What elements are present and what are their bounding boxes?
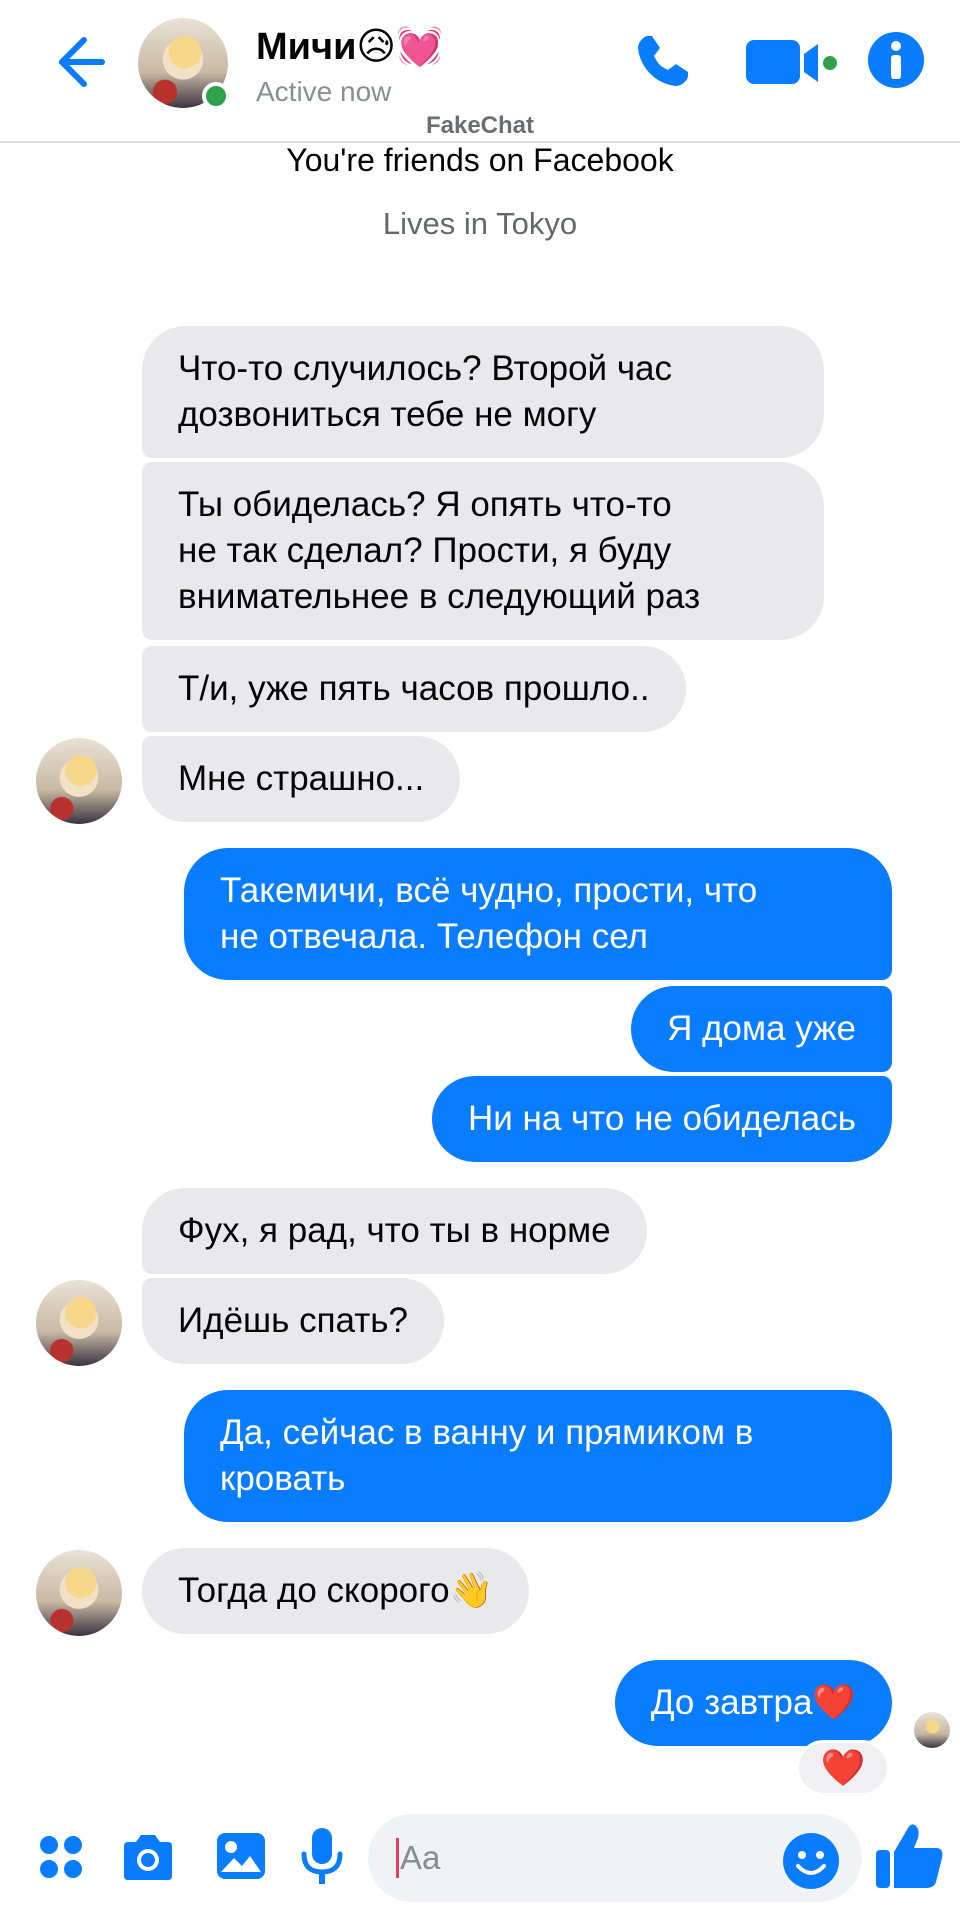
sender-avatar [36,1550,122,1636]
back-arrow-icon[interactable] [44,30,108,94]
message-incoming[interactable]: Тогда до скорого👋 [142,1548,530,1634]
watermark: FakeChat [425,112,535,139]
heart-reaction-icon: ❤️ [820,1747,866,1788]
online-indicator [202,82,230,110]
contact-avatar[interactable] [138,18,230,110]
active-status: Active now [256,76,392,107]
message-composer [0,1800,960,1920]
friends-status: You're friends on Facebook [286,142,674,178]
message-outgoing[interactable]: До завтра❤️ [614,1660,892,1746]
contact-name[interactable]: Мичи😥💓 [256,24,443,69]
emoji-icon[interactable] [782,1832,840,1890]
message-incoming[interactable]: Идёшь спать? [142,1278,444,1364]
message-outgoing[interactable]: Такемичи, всё чудно, прости, что не отве… [184,848,892,980]
message-reaction[interactable]: ❤️ [796,1740,890,1796]
info-icon[interactable] [866,30,926,90]
message-outgoing[interactable]: Да, сейчас в ванну и прямиком в кровать [184,1390,892,1522]
thumbs-up-icon[interactable] [874,1820,946,1892]
video-camera-icon[interactable] [744,36,844,90]
gallery-icon[interactable] [214,1830,268,1882]
apps-icon[interactable] [38,1834,84,1880]
message-outgoing[interactable]: Я дома уже [631,986,892,1072]
chat-screen: Мичи😥💓 Active now FakeChat You're friend… [0,0,960,1920]
message-outgoing[interactable]: Ни на что не обиделась [431,1076,892,1162]
sender-avatar [36,1280,122,1366]
message-incoming[interactable]: Фух, я рад, что ты в норме [142,1188,647,1274]
text-cursor [396,1838,399,1878]
read-receipt-avatar [914,1712,950,1748]
location-info: Lives in Tokyo [382,206,578,241]
phone-icon[interactable] [630,30,694,94]
message-incoming[interactable]: Мне страшно... [142,736,461,822]
microphone-icon[interactable] [300,1826,344,1888]
message-incoming[interactable]: Что-то случилось? Второй час дозвониться… [142,326,824,458]
message-incoming[interactable]: Т/и, уже пять часов прошло.. [142,646,686,732]
sender-avatar [36,738,122,824]
message-incoming[interactable]: Ты обиделась? Я опять что-то не так сдел… [142,462,824,640]
camera-icon[interactable] [120,1832,176,1882]
